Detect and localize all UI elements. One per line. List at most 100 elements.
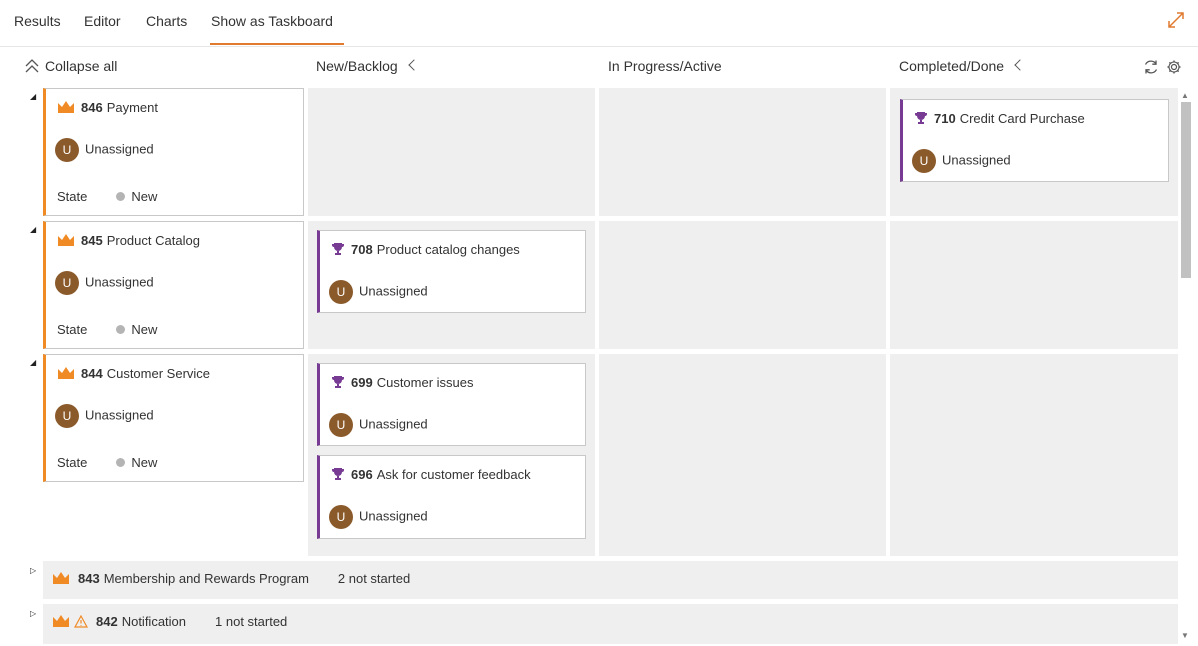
avatar: U (329, 280, 353, 304)
row-collapse-toggle[interactable]: ◢ (30, 225, 36, 234)
card-title: 699 Customer issues (331, 375, 474, 390)
avatar: U (912, 149, 936, 173)
lane-summary: 2 not started (337, 571, 411, 586)
avatar: U (329, 413, 353, 437)
collapse-all-label: Collapse all (45, 58, 118, 74)
collapse-column-chevron-icon[interactable] (408, 59, 420, 71)
assignee-name: Unassigned (359, 508, 428, 524)
column-title: In Progress/Active (608, 58, 722, 74)
task-card[interactable]: 708 Product catalog changes U Unassigned (317, 230, 586, 313)
work-item-title[interactable]: Product catalog changes (377, 242, 520, 257)
work-item-id[interactable]: 845 (81, 233, 103, 248)
trophy-icon (332, 468, 344, 480)
assignee[interactable]: U Unassigned (55, 404, 154, 428)
scroll-thumb[interactable] (1181, 102, 1191, 278)
collapse-column-chevron-icon[interactable] (1014, 59, 1026, 71)
state-row: State New (57, 455, 157, 470)
work-item-title[interactable]: Credit Card Purchase (960, 111, 1085, 126)
avatar: U (55, 271, 79, 295)
assignee[interactable]: U Unassigned (329, 505, 428, 529)
state-dot-icon (116, 458, 126, 467)
work-item-id[interactable]: 699 (351, 375, 373, 390)
assignee-name: Unassigned (942, 152, 1011, 168)
row-expand-toggle[interactable]: ▷ (30, 566, 36, 575)
task-card[interactable]: 710 Credit Card Purchase U Unassigned (900, 99, 1169, 182)
row-expand-toggle[interactable]: ▷ (30, 609, 36, 618)
assignee-name: Unassigned (85, 407, 154, 423)
state-value[interactable]: New (131, 455, 157, 470)
tab-show-as-taskboard[interactable]: Show as Taskboard (211, 13, 333, 29)
avatar: U (55, 138, 79, 162)
work-item-id[interactable]: 843 (78, 571, 100, 586)
warning-icon (73, 614, 89, 628)
tab-charts[interactable]: Charts (146, 13, 187, 29)
cell-row2-completed (890, 221, 1178, 349)
assignee-name: Unassigned (359, 283, 428, 299)
work-item-title[interactable]: Notification (122, 614, 186, 629)
state-value[interactable]: New (131, 322, 157, 337)
header-actions (1142, 58, 1182, 76)
card-title: 710 Credit Card Purchase (914, 111, 1085, 126)
double-chevron-up-icon (25, 59, 39, 73)
collapse-all-button[interactable]: Collapse all (24, 58, 117, 74)
task-card[interactable]: 696 Ask for customer feedback U Unassigned (317, 455, 586, 539)
card-title: 845 Product Catalog (57, 233, 200, 248)
assignee-name: Unassigned (359, 416, 428, 432)
parent-card[interactable]: 846 Payment U Unassigned State New (43, 88, 304, 216)
active-tab-indicator (210, 43, 344, 45)
trophy-icon (915, 112, 927, 124)
work-item-id[interactable]: 846 (81, 100, 103, 115)
crown-icon (58, 101, 74, 113)
work-item-title[interactable]: Membership and Rewards Program (104, 571, 309, 586)
expand-icon[interactable] (1166, 10, 1186, 30)
work-item-title[interactable]: Customer issues (377, 375, 474, 390)
work-item-id[interactable]: 710 (934, 111, 956, 126)
collapsed-lane[interactable]: 842 Notification 1 not started (43, 604, 1178, 644)
work-item-title[interactable]: Ask for customer feedback (377, 467, 531, 482)
parent-card[interactable]: 845 Product Catalog U Unassigned State New (43, 221, 304, 349)
assignee[interactable]: U Unassigned (329, 413, 428, 437)
collapsed-lane[interactable]: 843 Membership and Rewards Program 2 not s… (43, 561, 1178, 599)
state-label: State (57, 322, 88, 337)
task-card[interactable]: 699 Customer issues U Unassigned (317, 363, 586, 446)
parent-card[interactable]: 844 Customer Service U Unassigned State New (43, 354, 304, 482)
state-row: State New (57, 322, 157, 337)
gear-icon[interactable] (1166, 59, 1182, 75)
trophy-icon (332, 243, 344, 255)
work-item-title[interactable]: Product Catalog (107, 233, 200, 248)
column-title: New/Backlog (316, 58, 398, 74)
assignee[interactable]: U Unassigned (912, 149, 1011, 173)
avatar: U (329, 505, 353, 529)
avatar: U (55, 404, 79, 428)
crown-icon (53, 615, 69, 627)
work-item-title[interactable]: Customer Service (107, 366, 210, 381)
lane-header: 842 Notification 1 not started (52, 614, 287, 629)
card-title: 846 Payment (57, 100, 158, 115)
work-item-id[interactable]: 842 (96, 614, 118, 629)
card-title: 844 Customer Service (57, 366, 210, 381)
work-item-id[interactable]: 696 (351, 467, 373, 482)
assignee[interactable]: U Unassigned (55, 138, 154, 162)
refresh-icon[interactable] (1142, 58, 1160, 76)
state-value[interactable]: New (131, 189, 157, 204)
lane-summary: 1 not started (215, 614, 288, 629)
work-item-id[interactable]: 708 (351, 242, 373, 257)
state-row: State New (57, 189, 157, 204)
tab-results[interactable]: Results (14, 13, 61, 29)
column-title: Completed/Done (899, 58, 1005, 74)
assignee-name: Unassigned (85, 141, 154, 157)
work-item-title[interactable]: Payment (107, 100, 158, 115)
assignee[interactable]: U Unassigned (55, 271, 154, 295)
state-label: State (57, 189, 88, 204)
tab-editor[interactable]: Editor (84, 13, 121, 29)
cell-row1-in-progress (599, 88, 886, 216)
work-item-id[interactable]: 844 (81, 366, 103, 381)
row-collapse-toggle[interactable]: ◢ (30, 358, 36, 367)
vertical-scrollbar[interactable]: ▲ ▼ (1178, 88, 1195, 646)
trophy-icon (332, 376, 344, 388)
column-header-new: New/Backlog (316, 58, 420, 74)
scroll-up-arrow-icon[interactable]: ▲ (1181, 91, 1189, 100)
scroll-down-arrow-icon[interactable]: ▼ (1181, 631, 1189, 640)
assignee[interactable]: U Unassigned (329, 280, 428, 304)
row-collapse-toggle[interactable]: ◢ (30, 92, 36, 101)
